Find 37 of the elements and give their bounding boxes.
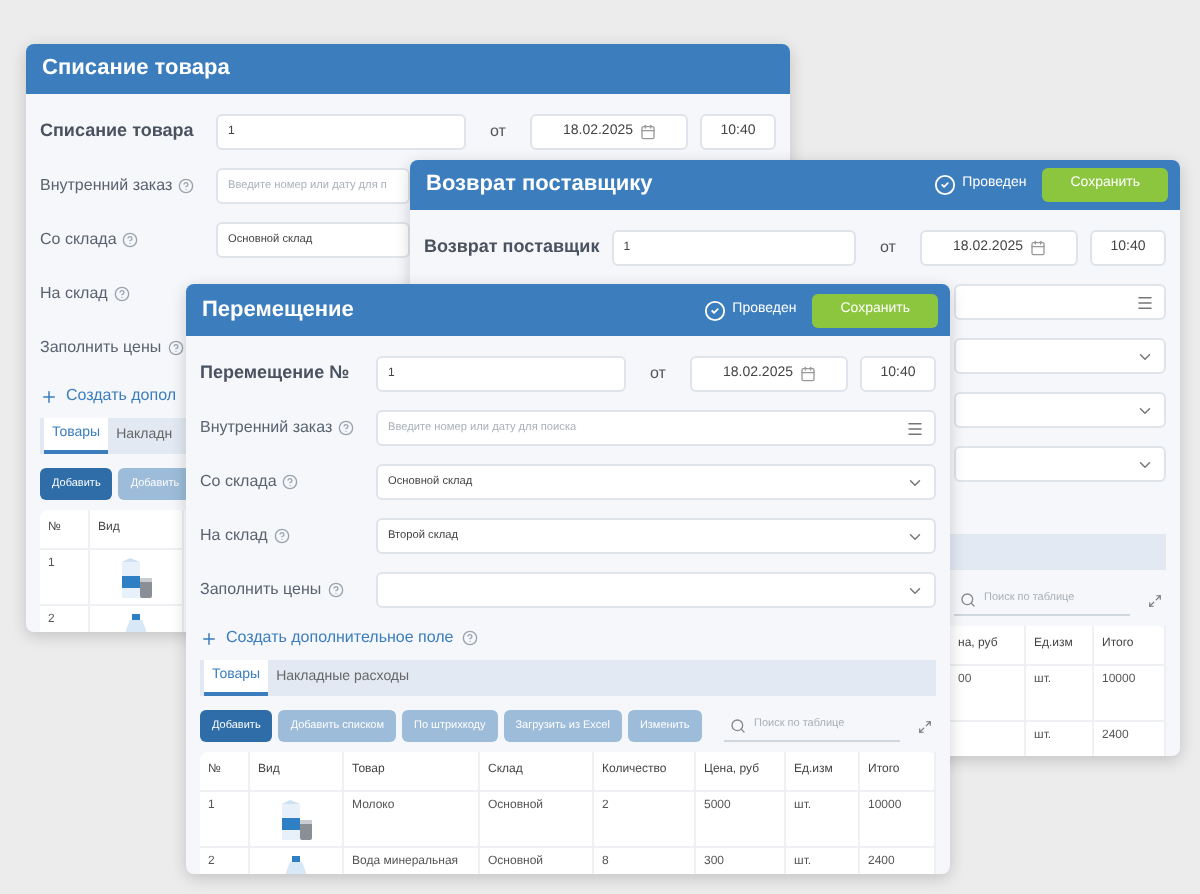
plus-icon xyxy=(40,387,58,405)
menu-icon xyxy=(906,419,924,437)
field-label: Заполнить цены xyxy=(40,336,162,360)
add-field-link[interactable]: Создать дополнительное поле xyxy=(226,626,454,650)
document-label: Списание товара xyxy=(40,118,196,145)
calendar-icon xyxy=(1029,240,1046,256)
window-title: Перемещение xyxy=(202,295,356,326)
input-field[interactable] xyxy=(954,284,1166,320)
dropdown-field[interactable] xyxy=(376,572,936,608)
calendar-icon xyxy=(799,366,816,382)
expand-icon[interactable] xyxy=(918,719,932,733)
check-icon[interactable] xyxy=(704,299,727,321)
field-label: На склад xyxy=(200,524,268,548)
window-title: Возврат поставщику xyxy=(426,170,655,201)
plus-icon xyxy=(200,629,218,647)
field-label: Со склада xyxy=(40,228,117,252)
dropdown-field[interactable] xyxy=(954,338,1166,374)
menu-icon xyxy=(1136,293,1154,311)
document-label: Перемещение № xyxy=(200,360,352,387)
calendar-icon xyxy=(639,124,656,140)
dropdown-field[interactable] xyxy=(954,446,1166,482)
search-icon xyxy=(730,717,746,733)
document-label: Возврат поставщик xyxy=(424,234,600,261)
check-icon[interactable] xyxy=(934,174,957,196)
search-icon xyxy=(960,591,976,607)
field-label: На склад xyxy=(40,282,108,306)
add-field-link[interactable]: Создать допол xyxy=(66,384,177,408)
date-prefix: от xyxy=(878,236,898,260)
field-label: Внутренний заказ xyxy=(40,174,173,198)
date-prefix: от xyxy=(488,120,508,144)
field-label: Заполнить цены xyxy=(200,578,322,602)
field-label: Со склада xyxy=(200,470,277,494)
dropdown-field[interactable] xyxy=(954,392,1166,428)
field-label: Внутренний заказ xyxy=(200,416,333,440)
window-title: Списание товара xyxy=(42,54,232,85)
date-prefix: от xyxy=(648,362,668,386)
expand-icon[interactable] xyxy=(1148,593,1162,607)
